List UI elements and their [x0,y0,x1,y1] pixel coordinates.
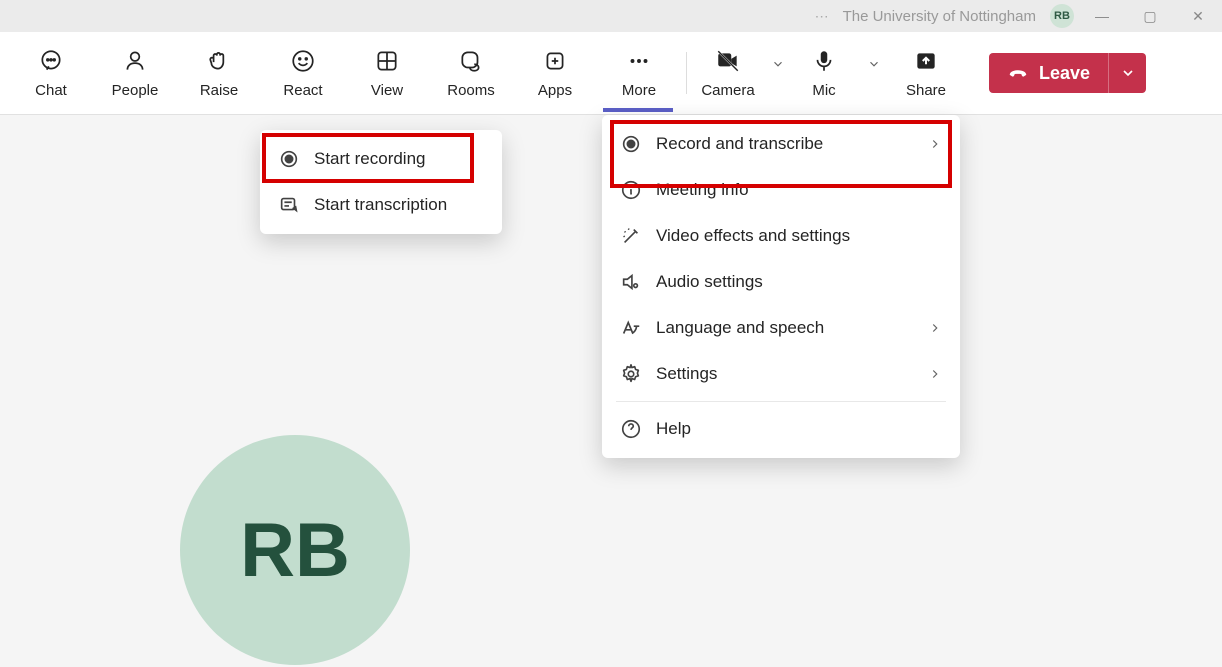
maximize-icon[interactable]: ▢ [1130,8,1170,25]
org-name: The University of Nottingham [843,8,1036,25]
video-effects-label: Video effects and settings [656,226,850,246]
view-label: View [371,82,403,99]
avatar-initials: RB [240,507,350,594]
leave-label: Leave [1039,63,1090,84]
mic-chevron-icon[interactable] [865,55,883,73]
audio-settings-item[interactable]: Audio settings [602,259,960,305]
hand-icon [206,48,232,74]
smile-icon [290,48,316,74]
more-icon [626,48,652,74]
toolbar-divider [686,52,687,94]
meeting-info-label: Meeting info [656,180,749,200]
camera-chevron-icon[interactable] [769,55,787,73]
help-label: Help [656,419,691,439]
more-button[interactable]: More [598,38,680,108]
chevron-down-icon [1120,65,1136,81]
more-dots-icon[interactable]: ⋯ [815,8,829,25]
camera-button[interactable]: Camera [693,38,763,108]
apps-button[interactable]: Apps [514,38,596,108]
leave-chevron-button[interactable] [1108,53,1146,93]
meeting-toolbar: Chat People Raise React View Rooms Apps … [0,32,1222,115]
gear-icon [620,363,642,385]
view-button[interactable]: View [346,38,428,108]
raise-button[interactable]: Raise [178,38,260,108]
record-transcribe-item[interactable]: Record and transcribe [602,121,960,167]
menu-separator [616,401,946,402]
start-transcription-item[interactable]: Start transcription [260,182,502,228]
settings-label: Settings [656,364,717,384]
chevron-right-icon [928,367,942,381]
camera-label: Camera [701,82,754,99]
raise-label: Raise [200,82,238,99]
info-icon [620,179,642,201]
share-label: Share [906,82,946,99]
leave-button[interactable]: Leave [989,53,1108,93]
mic-button[interactable]: Mic [789,38,859,108]
people-button[interactable]: People [94,38,176,108]
language-speech-label: Language and speech [656,318,824,338]
transcription-icon [278,194,300,216]
close-icon[interactable]: ✕ [1178,8,1218,25]
language-speech-item[interactable]: Language and speech [602,305,960,351]
wand-icon [620,225,642,247]
share-icon [913,48,939,74]
people-icon [122,48,148,74]
titlebar: ⋯ The University of Nottingham RB — ▢ ✕ [0,0,1222,32]
chevron-right-icon [928,137,942,151]
mic-label: Mic [812,82,835,99]
video-effects-item[interactable]: Video effects and settings [602,213,960,259]
speaker-icon [620,271,642,293]
apps-label: Apps [538,82,572,99]
start-transcription-label: Start transcription [314,195,447,215]
record-icon [620,133,642,155]
react-label: React [283,82,322,99]
more-menu: Record and transcribe Meeting info Video… [602,115,960,458]
share-button[interactable]: Share [885,38,967,108]
record-submenu: Start recording Start transcription [260,130,502,234]
hangup-icon [1007,62,1029,84]
help-icon [620,418,642,440]
rooms-icon [458,48,484,74]
people-label: People [112,82,159,99]
more-label: More [622,82,656,99]
start-recording-item[interactable]: Start recording [260,136,502,182]
help-item[interactable]: Help [602,406,960,452]
more-active-indicator [603,108,673,112]
chat-button[interactable]: Chat [10,38,92,108]
avatar: RB [180,435,410,665]
meeting-stage: Start recording Start transcription Reco… [0,115,1222,667]
camera-off-icon [715,48,741,74]
grid-icon [374,48,400,74]
minimize-icon[interactable]: — [1082,8,1122,24]
avatar-small[interactable]: RB [1050,4,1074,28]
chat-label: Chat [35,82,67,99]
audio-settings-label: Audio settings [656,272,763,292]
meeting-info-item[interactable]: Meeting info [602,167,960,213]
chat-icon [38,48,64,74]
apps-icon [542,48,568,74]
record-transcribe-label: Record and transcribe [656,134,823,154]
record-icon [278,148,300,170]
mic-icon [811,48,837,74]
rooms-label: Rooms [447,82,495,99]
chevron-right-icon [928,321,942,335]
language-icon [620,317,642,339]
settings-item[interactable]: Settings [602,351,960,397]
start-recording-label: Start recording [314,149,426,169]
rooms-button[interactable]: Rooms [430,38,512,108]
react-button[interactable]: React [262,38,344,108]
